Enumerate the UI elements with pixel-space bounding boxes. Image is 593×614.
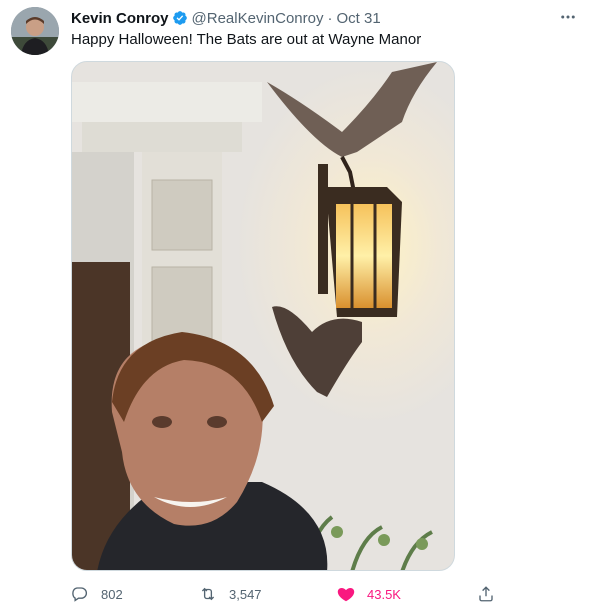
author-name[interactable]: Kevin Conroy	[71, 10, 169, 27]
retweet-icon	[201, 587, 215, 601]
verified-badge-icon	[172, 11, 187, 25]
avatar[interactable]	[11, 7, 59, 55]
photo-illustration	[72, 62, 454, 570]
tweet-time[interactable]: Oct 31	[336, 10, 380, 27]
retweet-button[interactable]: 3,547	[199, 582, 262, 606]
more-horizontal-icon	[561, 15, 575, 19]
tweet-photo[interactable]	[71, 61, 455, 571]
share-button[interactable]	[477, 582, 507, 606]
more-options-button[interactable]	[556, 8, 580, 26]
retweet-count: 3,547	[229, 586, 262, 602]
author-handle[interactable]: @RealKevinConroy	[192, 10, 324, 27]
avatar-image	[11, 7, 59, 55]
tweet-text: Happy Halloween! The Bats are out at Way…	[71, 31, 422, 48]
share-icon	[479, 586, 493, 602]
separator-dot: ·	[327, 9, 333, 27]
like-button[interactable]: 43.5K	[337, 582, 401, 606]
heart-icon	[337, 588, 355, 602]
like-count: 43.5K	[367, 586, 401, 602]
reply-button[interactable]: 802	[71, 582, 123, 606]
reply-icon	[72, 587, 88, 602]
reply-count: 802	[101, 586, 123, 602]
tweet-actions: 802 3,547 43.5K	[71, 582, 501, 606]
tweet-header: Kevin Conroy @RealKevinConroy · Oct 31	[71, 9, 381, 27]
